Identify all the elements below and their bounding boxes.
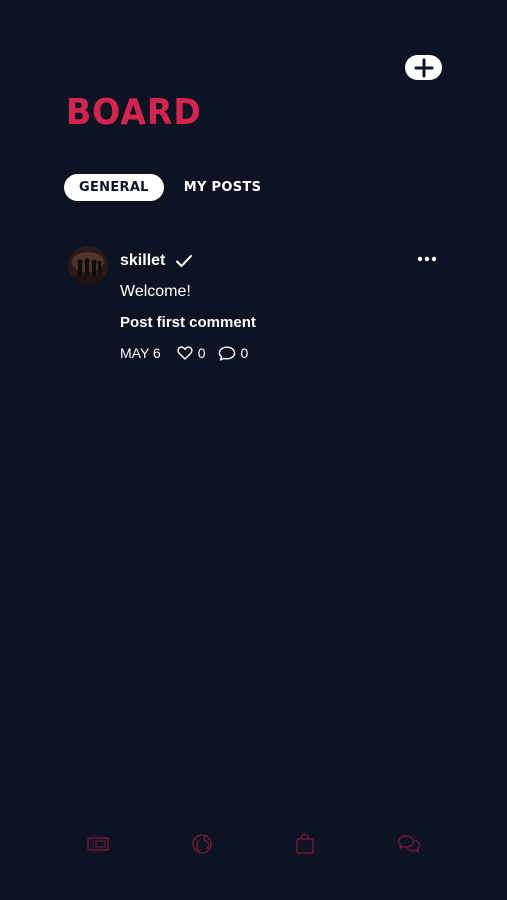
post-date: MAY 6 (120, 345, 161, 361)
plus-icon (414, 58, 433, 77)
bottom-nav (0, 826, 507, 862)
shopping-bag-icon (296, 833, 314, 854)
nav-tickets[interactable] (80, 826, 116, 862)
nav-shop[interactable] (287, 826, 323, 862)
comment-icon (218, 346, 235, 361)
board-screen: BOARD GENERAL MY POSTS skillet Welcome! … (0, 0, 507, 900)
board-tabs: GENERAL MY POSTS (64, 174, 276, 201)
post-body: Welcome! (120, 283, 191, 300)
check-icon (175, 254, 193, 268)
nav-explore[interactable] (184, 826, 220, 862)
page-title: BOARD (66, 92, 202, 133)
like-count: 0 (197, 345, 206, 361)
add-post-button[interactable] (405, 55, 442, 80)
author-name[interactable]: skillet (120, 252, 165, 270)
heart-icon (177, 346, 193, 360)
band-photo (68, 246, 108, 286)
avatar[interactable] (68, 246, 108, 286)
comment-count: 0 (240, 345, 249, 361)
tab-general[interactable]: GENERAL (64, 174, 164, 201)
author-row: skillet (120, 252, 193, 270)
chat-bubbles-icon (397, 835, 421, 853)
nav-board[interactable] (391, 826, 427, 862)
post-meta: MAY 6 0 0 (120, 345, 260, 361)
tab-my-posts[interactable]: MY POSTS (164, 174, 276, 201)
comment-button[interactable]: 0 (218, 345, 249, 361)
more-horizontal-icon (417, 256, 437, 262)
ticket-icon (87, 837, 109, 851)
like-button[interactable]: 0 (177, 345, 206, 361)
globe-icon (192, 834, 212, 854)
post-options-button[interactable] (416, 252, 438, 266)
post-first-comment-link[interactable]: Post first comment (120, 314, 256, 331)
